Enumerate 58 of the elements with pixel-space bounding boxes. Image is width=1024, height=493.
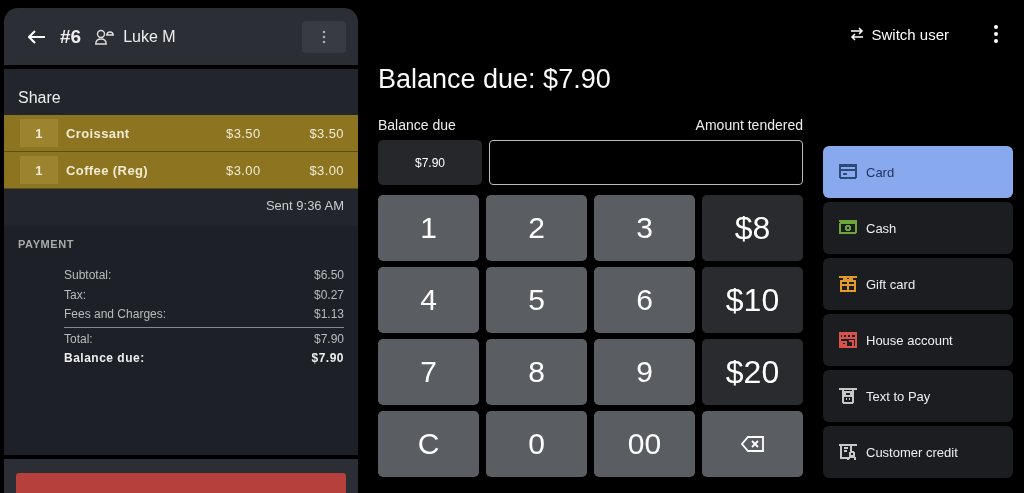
payment-method-button[interactable]: Text to Pay <box>823 370 1013 422</box>
item-name: Coffee (Reg) <box>66 162 150 178</box>
payment-method-button[interactable]: House account <box>823 314 1013 366</box>
amount-field[interactable] <box>489 140 803 185</box>
payment-method-button[interactable]: Cash <box>823 202 1013 254</box>
order-item[interactable]: 1 Coffee (Reg) $3.00 $3.00 <box>4 152 358 190</box>
more-icon <box>322 29 326 44</box>
summary-value: $0.27 <box>313 287 344 304</box>
summary-label: Total: <box>64 331 93 348</box>
number-key[interactable]: 0 <box>486 411 587 477</box>
backspace-icon <box>740 435 765 453</box>
summary-label: Subtotal: <box>64 268 112 285</box>
number-key[interactable]: 00 <box>594 411 695 477</box>
item-price: $3.50 <box>226 125 262 141</box>
back-arrow-icon[interactable] <box>28 29 46 44</box>
summary-label: Fees and Charges: <box>64 307 167 324</box>
summary-value: $7.90 <box>313 331 344 348</box>
number-key[interactable]: 8 <box>486 339 587 405</box>
number-key[interactable]: 1 <box>378 195 479 261</box>
tendered-label: Amount tendered <box>695 117 803 133</box>
balance-heading: Balance due: $7.90 <box>378 64 612 95</box>
order-item[interactable]: 1 Croissant $3.50 $3.50 <box>4 115 358 153</box>
summary-label: Balance due: <box>64 351 145 368</box>
switch-user-button[interactable]: Switch user <box>844 24 955 44</box>
summary-value: $6.50 <box>313 268 344 285</box>
quick-amount-key[interactable]: $8 <box>702 195 803 261</box>
number-key[interactable]: 2 <box>486 195 587 261</box>
item-total: $3.00 <box>308 162 344 178</box>
share-label: Share <box>17 88 62 109</box>
number-key[interactable]: 9 <box>594 339 695 405</box>
summary-label: Tax: <box>64 287 86 304</box>
swap-icon <box>850 27 865 41</box>
summary-value: $7.90 <box>311 351 344 368</box>
number-key[interactable]: 6 <box>594 267 695 333</box>
sent-time: Sent 9:36 AM <box>265 198 344 214</box>
balance-label: Balance due <box>378 117 456 133</box>
backspace-key[interactable] <box>702 411 803 477</box>
customer-name[interactable]: Luke M <box>123 27 176 46</box>
quantity-badge: 1 <box>20 119 58 148</box>
number-key[interactable]: 7 <box>378 339 479 405</box>
payment-method-button[interactable]: Customer credit <box>823 426 1013 478</box>
item-total: $3.50 <box>308 125 344 141</box>
summary-value: $1.13 <box>313 307 344 324</box>
payment-method-button[interactable]: Gift card <box>823 258 1013 310</box>
quick-amount-key[interactable]: $10 <box>702 267 803 333</box>
order-number: #6 <box>60 25 82 48</box>
payment-method-button[interactable]: Card <box>823 146 1013 198</box>
number-key[interactable]: C <box>378 411 479 477</box>
item-name: Croissant <box>66 125 131 141</box>
balance-value: $7.90 <box>378 140 482 185</box>
quick-amount-key[interactable]: $20 <box>702 339 803 405</box>
number-key[interactable]: 3 <box>594 195 695 261</box>
more-icon[interactable] <box>993 24 999 44</box>
quantity-badge: 1 <box>20 156 58 185</box>
number-key[interactable]: 4 <box>378 267 479 333</box>
number-key[interactable]: 5 <box>486 267 587 333</box>
payment-title: PAYMENT <box>18 238 76 251</box>
item-price: $3.00 <box>226 162 262 178</box>
